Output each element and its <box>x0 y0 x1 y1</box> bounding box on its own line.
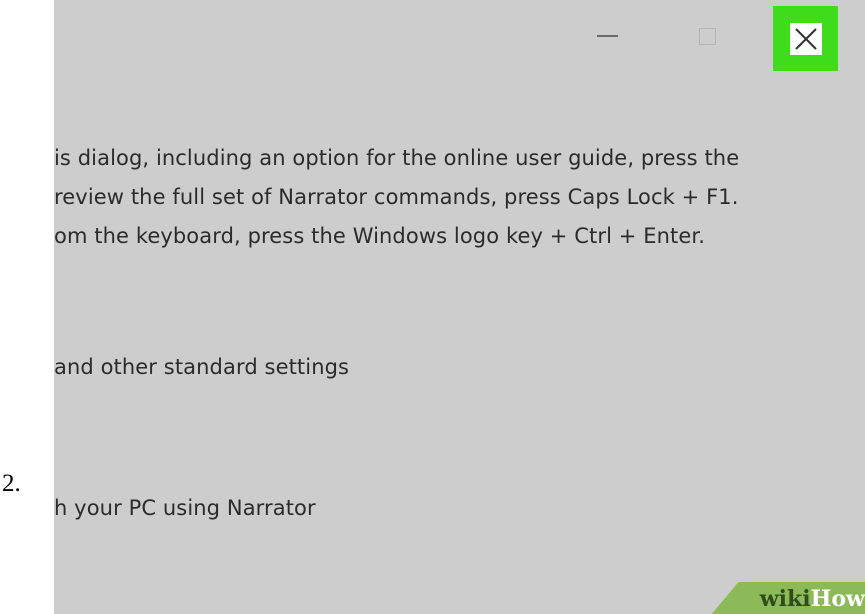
close-button[interactable] <box>773 6 838 71</box>
dialog-text-line: om the keyboard, press the Windows logo … <box>54 224 705 248</box>
dialog-text-line: is dialog, including an option for the o… <box>54 146 740 170</box>
wikihow-watermark: wikiHow <box>695 574 865 614</box>
watermark-logo: wikiHow <box>759 586 865 612</box>
minimize-button[interactable] <box>587 16 627 56</box>
dialog-text-line: review the full set of Narrator commands… <box>54 185 739 209</box>
maximize-button[interactable] <box>687 16 727 56</box>
maximize-icon <box>698 27 716 45</box>
step-number: 2. <box>2 470 21 497</box>
close-icon <box>794 27 817 50</box>
minimize-icon <box>596 35 618 37</box>
settings-option-label[interactable]: and other standard settings <box>54 355 349 379</box>
narrator-option-label[interactable]: h your PC using Narrator <box>54 496 316 520</box>
narrator-dialog-window: is dialog, including an option for the o… <box>54 0 865 614</box>
title-bar <box>54 0 865 72</box>
